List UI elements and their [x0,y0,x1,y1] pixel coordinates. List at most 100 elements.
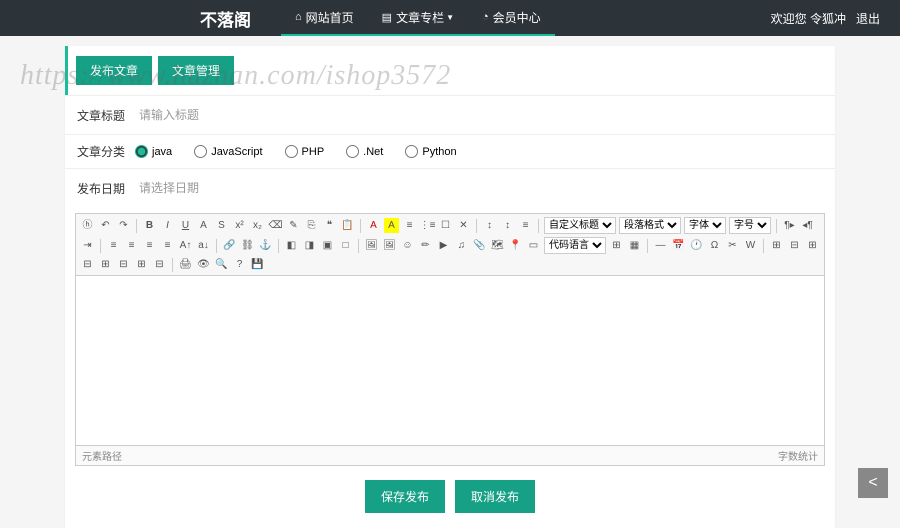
cancel-button[interactable]: 取消发布 [455,480,535,513]
date-icon[interactable]: 📅 [671,238,686,253]
rowspacingbottom-icon[interactable]: ↕ [500,218,515,233]
category-option-javascript[interactable]: JavaScript [194,145,262,158]
splitcells-icon[interactable]: ⊟ [152,257,167,272]
selectall-icon[interactable]: ☐ [438,218,453,233]
image-center-icon[interactable]: ▣ [320,238,335,253]
preview-icon[interactable]: 👁 [196,257,211,272]
ul-icon[interactable]: ⋮≡ [420,218,435,233]
insertframe-icon[interactable]: ▭ [526,238,541,253]
image-right-icon[interactable]: ◨ [302,238,317,253]
category-option-python[interactable]: Python [405,145,456,158]
emotion-icon[interactable]: ☺ [400,238,415,253]
underline-icon[interactable]: U [178,218,193,233]
logout-link[interactable]: 退出 [856,10,880,27]
fontfamily-select[interactable]: 字体 [684,217,726,234]
image-icon[interactable]: 🖼 [364,238,379,253]
save-button[interactable]: 保存发布 [365,480,445,513]
lineheight-icon[interactable]: ≡ [518,218,533,233]
redo-icon[interactable]: ↷ [116,218,131,233]
backcolor-icon[interactable]: A [384,218,399,233]
spechars-icon[interactable]: Ω [707,238,722,253]
map-icon[interactable]: 🗺 [490,238,505,253]
removeformat-icon[interactable]: ⌫ [268,218,283,233]
search-icon[interactable]: 🔍 [214,257,229,272]
wordimage-icon[interactable]: W [743,238,758,253]
italic-icon[interactable]: I [160,218,175,233]
word-count[interactable]: 字数统计 [778,448,818,463]
nav-column[interactable]: ▤文章专栏▼ [368,0,468,36]
strike-icon[interactable]: S [214,218,229,233]
image-none-icon[interactable]: □ [338,238,353,253]
drafts-icon[interactable]: 💾 [250,257,265,272]
unlink-icon[interactable]: ⛓ [240,238,255,253]
help-icon[interactable]: ? [232,257,247,272]
title-input[interactable] [135,104,823,126]
brand-logo: 不落阁 [200,6,251,31]
hr-icon[interactable]: — [653,238,668,253]
indent-icon[interactable]: ⇥ [80,238,95,253]
category-option-java[interactable]: java [135,145,172,158]
pasteplain-icon[interactable]: 📋 [340,218,355,233]
deleterow-icon[interactable]: ⊟ [80,257,95,272]
autotype-icon[interactable]: ⎘ [304,218,319,233]
html-icon[interactable]: ⓗ [80,218,95,233]
link-icon[interactable]: 🔗 [222,238,237,253]
date-input[interactable] [135,177,823,199]
tab-publish[interactable]: 发布文章 [76,56,152,85]
undo-icon[interactable]: ↶ [98,218,113,233]
fontsize-select[interactable]: 字号 [729,217,771,234]
deletetable-icon[interactable]: ⊟ [787,238,802,253]
insertrow-icon[interactable]: ⊞ [805,238,820,253]
nav-home[interactable]: ⌂网站首页 [281,0,368,36]
align-justify-icon[interactable]: ≡ [160,238,175,253]
tab-bar: 发布文章 文章管理 [65,46,835,95]
multiimage-icon[interactable]: 🖼 [382,238,397,253]
align-center-icon[interactable]: ≡ [124,238,139,253]
gmap-icon[interactable]: 📍 [508,238,523,253]
ltr-icon[interactable]: ¶▸ [782,218,797,233]
insertcol-icon[interactable]: ⊞ [98,257,113,272]
image-left-icon[interactable]: ◧ [284,238,299,253]
touppercase-icon[interactable]: A↑ [178,238,193,253]
formatmatch-icon[interactable]: ✎ [286,218,301,233]
superscript-icon[interactable]: x² [232,218,247,233]
time-icon[interactable]: 🕐 [689,238,704,253]
deletecol-icon[interactable]: ⊟ [116,257,131,272]
rtl-icon[interactable]: ◂¶ [800,218,815,233]
table-icon[interactable]: ⊞ [769,238,784,253]
forecolor-icon[interactable]: A [366,218,381,233]
nav-member[interactable]: ◔会员中心 [468,0,555,36]
tolowercase-icon[interactable]: a↓ [196,238,211,253]
align-right-icon[interactable]: ≡ [142,238,157,253]
tab-manage[interactable]: 文章管理 [158,56,234,85]
editor-toolbar: ⓗ ↶ ↷ B I U A S x² x₂ ⌫ ✎ ⎘ ❝ 📋 A A ≡ [75,213,825,276]
customstyle-select[interactable]: 自定义标题 [544,217,616,234]
paragraph-select[interactable]: 段落格式 [619,217,681,234]
row-date: 发布日期 [65,168,835,207]
music-icon[interactable]: ♫ [454,238,469,253]
share-button[interactable]: < [858,468,888,498]
blockquote-icon[interactable]: ❝ [322,218,337,233]
ol-icon[interactable]: ≡ [402,218,417,233]
codelang-select[interactable]: 代码语言 [544,237,606,254]
category-option-.net[interactable]: .Net [346,145,383,158]
subscript-icon[interactable]: x₂ [250,218,265,233]
share-icon: < [868,474,877,492]
category-option-php[interactable]: PHP [285,145,325,158]
element-path: 元素路径 [82,448,122,463]
scrawl-icon[interactable]: ✏ [418,238,433,253]
editor-textarea[interactable] [75,276,825,446]
mergecells-icon[interactable]: ⊞ [134,257,149,272]
fontborder-icon[interactable]: A [196,218,211,233]
background-icon[interactable]: ▦ [627,238,642,253]
rowspacingtop-icon[interactable]: ↕ [482,218,497,233]
cleardoc-icon[interactable]: ✕ [456,218,471,233]
bold-icon[interactable]: B [142,218,157,233]
attachment-icon[interactable]: 📎 [472,238,487,253]
align-left-icon[interactable]: ≡ [106,238,121,253]
anchor-icon[interactable]: ⚓ [258,238,273,253]
snapscreen-icon[interactable]: ✂ [725,238,740,253]
print-icon[interactable]: 🖨 [178,257,193,272]
video-icon[interactable]: ▶ [436,238,451,253]
template-icon[interactable]: ⊞ [609,238,624,253]
